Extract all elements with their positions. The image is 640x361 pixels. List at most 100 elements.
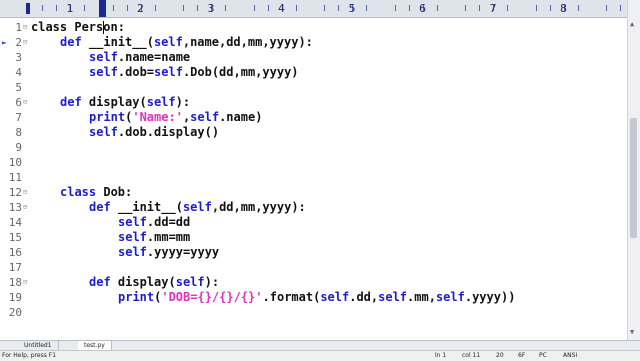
code-line[interactable]: class Person: (31, 20, 125, 35)
tab-label: Untitled1 (24, 342, 52, 349)
code-line[interactable]: self.name=name (89, 50, 190, 65)
line-number: 20 (8, 306, 22, 319)
code-token: self (89, 50, 118, 64)
code-token: self (89, 65, 118, 79)
ruler-tick (197, 5, 199, 11)
code-line[interactable]: self.yyyy=yyyy (118, 245, 219, 260)
ruler-mark: 3 (207, 2, 215, 15)
code-token: 'Name:' (132, 110, 183, 124)
code-token: def (60, 35, 82, 49)
line-number: 17 (8, 261, 22, 274)
code-token: def (89, 200, 111, 214)
ruler-mark: 1 (66, 2, 74, 15)
scroll-up-icon[interactable]: ▲ (630, 20, 634, 28)
code-line[interactable]: def __init__(self,name,dd,mm,yyyy): (60, 35, 313, 50)
ruler-tick (577, 5, 579, 11)
fold-toggle-icon[interactable]: ⊟ (23, 200, 27, 215)
line-number: 7 (15, 111, 22, 124)
code-token: def (89, 275, 111, 289)
ruler-mark: 4 (278, 2, 285, 15)
code-line[interactable]: class Dob: (60, 185, 132, 200)
code-token: ,dd,mm,yyyy): (211, 200, 306, 214)
code-line[interactable]: self.dob=self.Dob(dd,mm,yyyy) (89, 65, 299, 80)
tab-label: test.py (84, 342, 105, 349)
code-line[interactable]: def __init__(self,dd,mm,yyyy): (89, 200, 306, 215)
line-number: 16 (8, 246, 22, 259)
code-line[interactable]: def display(self): (60, 95, 190, 110)
line-number: 4 (15, 66, 22, 79)
code-token: __init__( (81, 35, 154, 49)
code-token: .dob= (117, 65, 155, 79)
code-token: self (175, 275, 205, 289)
fold-toggle-icon[interactable]: ⊟ (23, 35, 27, 50)
code-token: display( (110, 275, 176, 289)
line-number: 6 (15, 96, 22, 109)
line-number: 5 (15, 81, 22, 94)
code-token: .name) (219, 110, 263, 124)
ruler-mark: 6 (419, 2, 426, 15)
ruler-tick (465, 5, 467, 11)
ruler-tick (295, 5, 297, 11)
code-token: .mm, (407, 290, 436, 304)
code-token: 'DOB={}/{}/{}' (161, 290, 263, 304)
code-line[interactable]: self.mm=mm (118, 230, 190, 245)
code-token: .dd=dd (146, 215, 191, 229)
code-token: .dob.display() (117, 125, 220, 139)
code-line[interactable]: self.dob.display() (89, 125, 219, 140)
line-number: 8 (15, 126, 22, 139)
code-token: self (118, 230, 147, 244)
vertical-scrollbar[interactable]: ▲ ▼ (627, 0, 640, 340)
ruler-tick (112, 5, 114, 11)
line-number: 18 (8, 276, 22, 289)
ruler-tick (394, 5, 396, 11)
ruler-tick (408, 5, 410, 11)
code-token: self (154, 65, 183, 79)
code-line[interactable]: def display(self): (89, 275, 219, 290)
code-token: .name=name (117, 50, 191, 64)
ruler-tick (183, 5, 185, 11)
scroll-down-icon[interactable]: ▼ (630, 328, 634, 336)
ruler-mark: 2 (137, 2, 144, 15)
code-token: print (118, 290, 155, 304)
code-token: class (60, 185, 97, 199)
code-token: self (435, 290, 465, 304)
line-number: 2 (15, 36, 22, 49)
scrollbar-thumb[interactable] (630, 118, 637, 238)
ruler-tick (154, 5, 156, 11)
ruler-mark: 7 (489, 2, 497, 15)
code-token: display( (81, 95, 147, 109)
ruler-tick (549, 5, 551, 11)
ruler-tick (507, 5, 509, 11)
ruler-tick (253, 5, 255, 11)
line-number: 1 (15, 21, 22, 34)
ruler-mark: 8 (560, 2, 567, 15)
ruler-tick (267, 5, 269, 11)
tab-untitled1[interactable]: Untitled1 (18, 341, 59, 350)
code-line[interactable]: self.dd=dd (118, 215, 190, 230)
code-line[interactable]: print('DOB={}/{}/{}'.format(self.dd,self… (118, 290, 515, 305)
tab-test-py[interactable]: test.py (78, 341, 112, 350)
line-number: 15 (8, 231, 22, 244)
code-token: self (153, 35, 183, 49)
code-token: ): (204, 275, 220, 289)
fold-toggle-icon[interactable]: ⊟ (23, 95, 27, 110)
code-token: __init__( (110, 200, 183, 214)
line-number: 10 (8, 156, 22, 169)
line-number: 9 (15, 141, 22, 154)
fold-toggle-icon[interactable]: ⊟ (23, 185, 27, 200)
code-token: Dob: (96, 185, 133, 199)
code-token: ,name,dd,mm,yyyy): (182, 35, 313, 49)
line-number: 14 (8, 216, 22, 229)
ruler-tick (436, 5, 438, 11)
ruler-tick (606, 5, 608, 11)
ruler-tick (620, 5, 622, 11)
code-line[interactable]: print('Name:',self.name) (89, 110, 262, 125)
code-token: self (118, 215, 147, 229)
ruler-cursor-indicator (99, 0, 106, 17)
fold-toggle-icon[interactable]: ⊟ (23, 275, 27, 290)
fold-toggle-icon[interactable]: ⊟ (23, 20, 27, 35)
ruler-tick (84, 5, 86, 11)
code-token: .dd, (349, 290, 379, 304)
code-token: ): (175, 95, 191, 109)
code-token: self (190, 110, 220, 124)
